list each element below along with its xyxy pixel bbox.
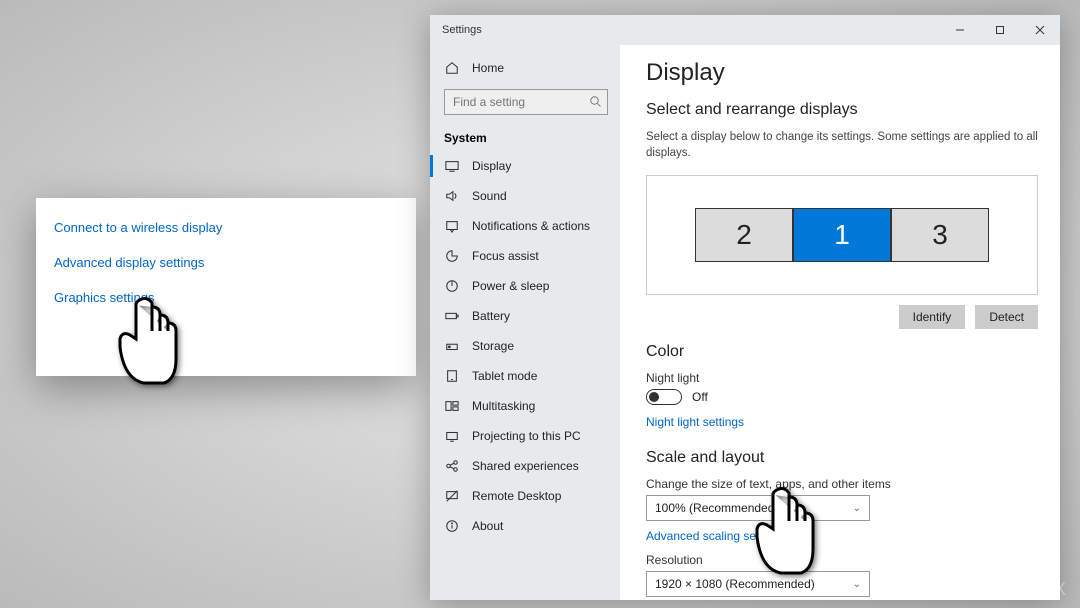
notifications-icon [444,218,460,234]
sidebar-item-sound[interactable]: Sound [430,181,620,211]
shared-icon [444,458,460,474]
sound-icon [444,188,460,204]
color-heading: Color [646,343,1038,361]
scale-value: 100% (Recommended) [655,501,778,515]
display-box-3[interactable]: 3 [891,208,989,262]
display-box-1[interactable]: 1 [793,208,891,262]
display-icon [444,158,460,174]
sidebar-item-projecting[interactable]: Projecting to this PC [430,421,620,451]
sidebar-item-display[interactable]: Display [430,151,620,181]
link-graphics-settings[interactable]: Graphics settings [54,290,398,305]
identify-button[interactable]: Identify [899,305,966,329]
sidebar-item-label: About [472,519,503,533]
advanced-scaling-link[interactable]: Advanced scaling settings [646,529,785,543]
sidebar: Home System Display Sound Notifications … [430,45,620,600]
sidebar-item-battery[interactable]: Battery [430,301,620,331]
resolution-label: Resolution [646,553,1038,567]
remote-desktop-icon [444,488,460,504]
sidebar-item-focus-assist[interactable]: Focus assist [430,241,620,271]
sidebar-item-label: Multitasking [472,399,535,413]
sidebar-item-notifications[interactable]: Notifications & actions [430,211,620,241]
sidebar-item-label: Sound [472,189,507,203]
minimize-button[interactable] [940,15,980,45]
sidebar-item-shared-experiences[interactable]: Shared experiences [430,451,620,481]
detect-button[interactable]: Detect [975,305,1038,329]
content-area: Display Select and rearrange displays Se… [620,45,1060,600]
sidebar-item-label: Tablet mode [472,369,537,383]
about-icon [444,518,460,534]
sidebar-heading: System [430,131,620,145]
chevron-down-icon: ⌄ [853,579,861,590]
scale-label: Change the size of text, apps, and other… [646,477,1038,491]
search-input[interactable] [444,89,608,115]
link-wireless-display[interactable]: Connect to a wireless display [54,220,398,235]
tablet-icon [444,368,460,384]
window-title: Settings [442,24,482,36]
night-light-toggle[interactable] [646,389,682,405]
display-box-2[interactable]: 2 [695,208,793,262]
page-title: Display [646,59,1038,87]
sidebar-item-label: Storage [472,339,514,353]
titlebar: Settings [430,15,1060,45]
sidebar-item-label: Notifications & actions [472,219,590,233]
sidebar-item-label: Power & sleep [472,279,549,293]
resolution-value: 1920 × 1080 (Recommended) [655,577,815,591]
storage-icon [444,338,460,354]
sidebar-item-storage[interactable]: Storage [430,331,620,361]
sidebar-item-remote-desktop[interactable]: Remote Desktop [430,481,620,511]
sidebar-item-label: Display [472,159,511,173]
close-button[interactable] [1020,15,1060,45]
link-advanced-display-settings[interactable]: Advanced display settings [54,255,398,270]
sidebar-item-label: Battery [472,309,510,323]
window-controls [940,15,1060,45]
sidebar-item-about[interactable]: About [430,511,620,541]
sidebar-item-power-sleep[interactable]: Power & sleep [430,271,620,301]
sidebar-item-tablet-mode[interactable]: Tablet mode [430,361,620,391]
battery-icon [444,308,460,324]
sidebar-item-label: Remote Desktop [472,489,561,503]
projecting-icon [444,428,460,444]
sidebar-item-label: Shared experiences [472,459,579,473]
sidebar-item-label: Home [472,61,504,75]
night-light-label: Night light [646,371,1038,385]
sidebar-item-label: Focus assist [472,249,539,263]
sidebar-item-multitasking[interactable]: Multitasking [430,391,620,421]
night-light-settings-link[interactable]: Night light settings [646,415,744,429]
multitasking-icon [444,398,460,414]
scale-dropdown[interactable]: 100% (Recommended) ⌄ [646,495,870,521]
scale-heading: Scale and layout [646,449,1038,467]
chevron-down-icon: ⌄ [853,503,861,514]
display-arrange-area[interactable]: 2 1 3 [646,175,1038,295]
maximize-button[interactable] [980,15,1020,45]
home-icon [444,60,460,76]
resolution-dropdown[interactable]: 1920 × 1080 (Recommended) ⌄ [646,571,870,597]
arrange-subtitle: Select a display below to change its set… [646,129,1038,161]
search-icon [590,95,602,113]
display-related-links-panel: Connect to a wireless display Advanced d… [36,198,416,376]
focus-assist-icon [444,248,460,264]
settings-window: Settings Home System Display Sound Notif… [430,15,1060,600]
sidebar-item-home[interactable]: Home [430,53,620,83]
watermark: UGETFIX [976,579,1068,600]
arrange-heading: Select and rearrange displays [646,101,1038,119]
power-icon [444,278,460,294]
night-light-state: Off [692,390,708,404]
sidebar-item-label: Projecting to this PC [472,429,581,443]
